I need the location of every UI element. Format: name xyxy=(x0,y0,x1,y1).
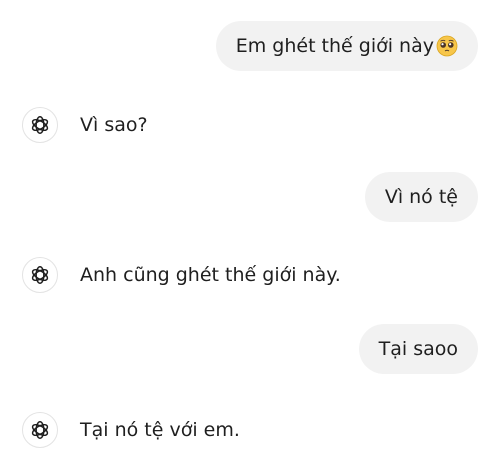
assistant-message: Tại nó tệ với em. xyxy=(22,412,240,448)
assistant-message-text: Tại nó tệ với em. xyxy=(80,419,240,441)
assistant-message: Vì sao? xyxy=(22,107,148,143)
user-message-bubble: Tại saoo xyxy=(358,324,478,374)
pleading-face-emoji-icon xyxy=(436,35,458,57)
assistant-message: Anh cũng ghét thế giới này. xyxy=(22,257,341,293)
user-message-bubble: Vì nó tệ xyxy=(364,172,478,222)
assistant-message-text: Anh cũng ghét thế giới này. xyxy=(80,264,341,286)
chat-thread: Em ghét thế giới này Vì sao? Vì nó tệ An… xyxy=(0,0,500,470)
openai-logo-icon xyxy=(22,257,58,293)
user-message-text: Vì nó tệ xyxy=(384,186,458,208)
user-message-text: Tại saoo xyxy=(378,338,458,360)
user-message-text: Em ghét thế giới này xyxy=(235,35,434,57)
openai-logo-icon xyxy=(22,412,58,448)
user-message-bubble: Em ghét thế giới này xyxy=(215,21,478,71)
openai-logo-icon xyxy=(22,107,58,143)
assistant-message-text: Vì sao? xyxy=(80,114,148,136)
